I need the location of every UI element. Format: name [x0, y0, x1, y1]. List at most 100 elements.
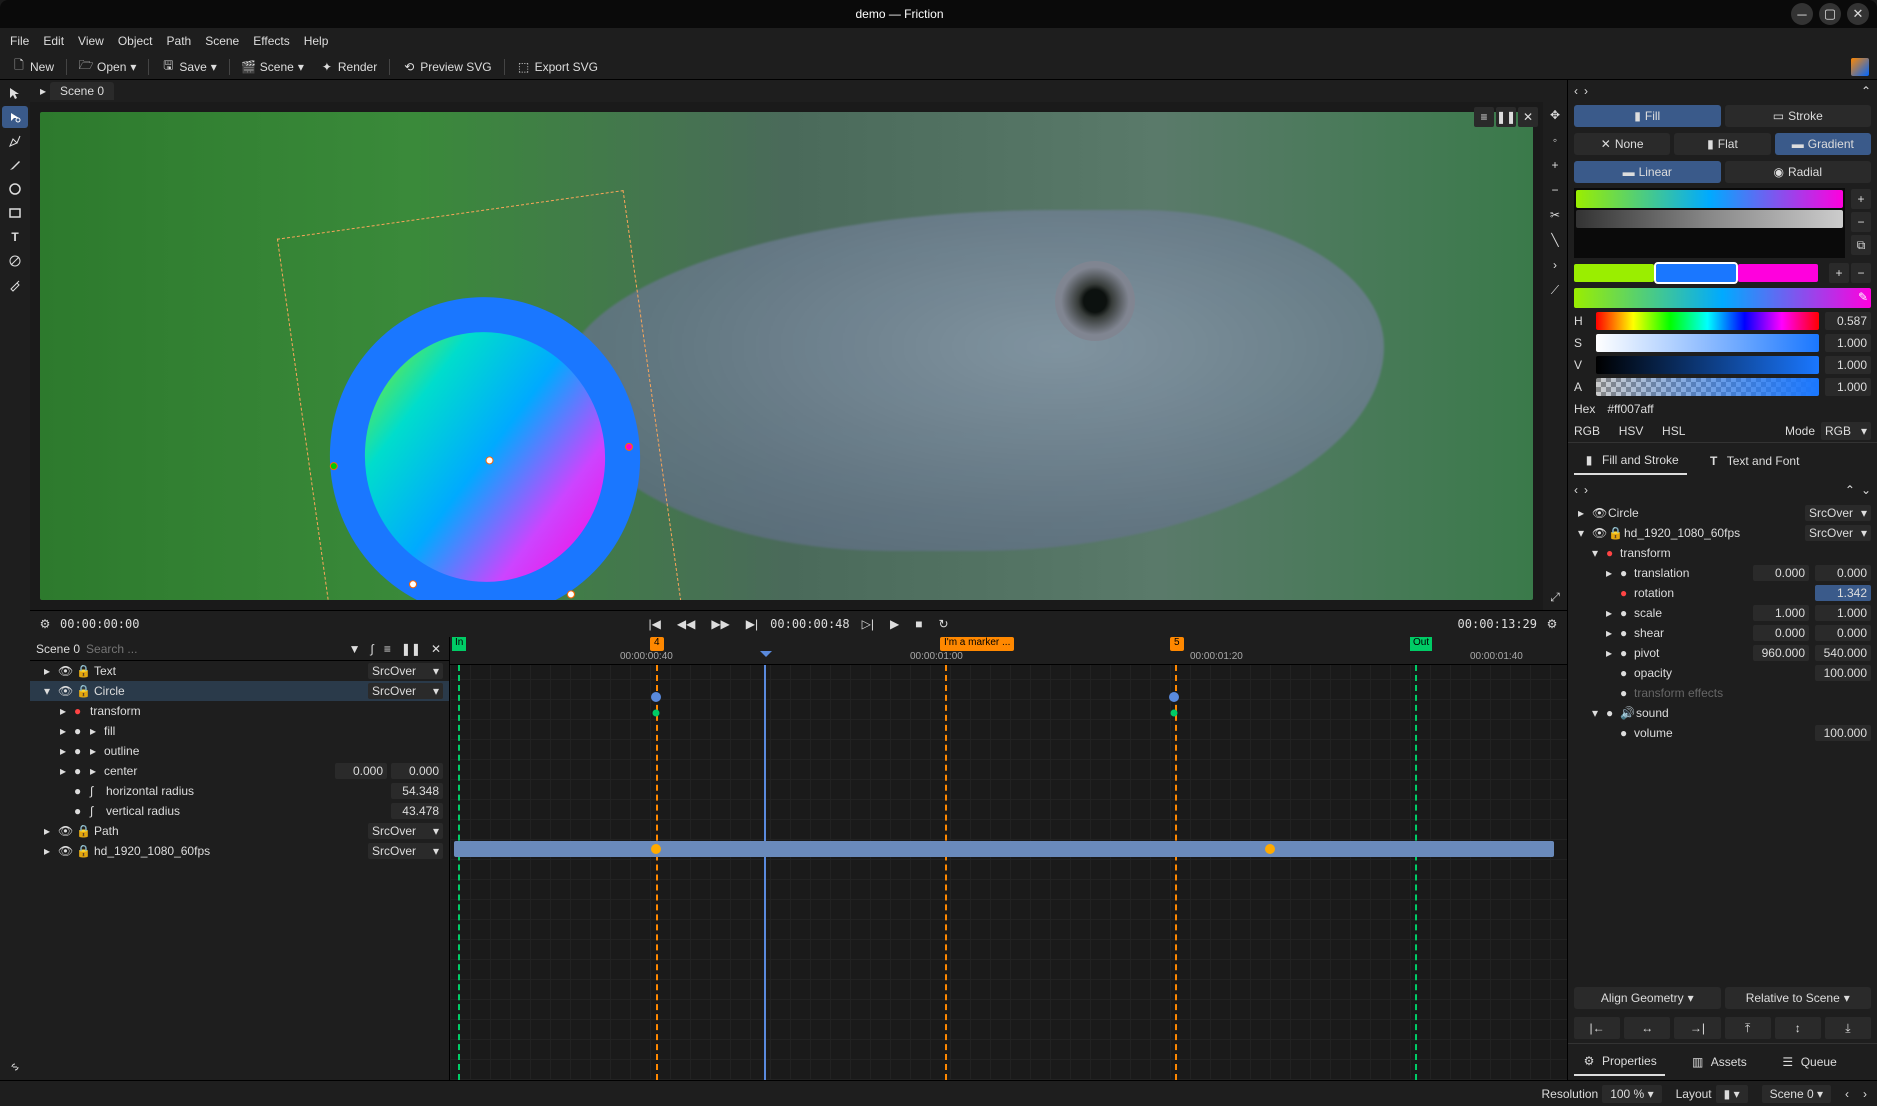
gradient-list[interactable]	[1574, 188, 1845, 258]
render-button[interactable]: ✦Render	[316, 58, 381, 76]
marker-4[interactable]: 4	[650, 637, 664, 651]
grad-copy-button[interactable]: ⧉	[1851, 235, 1871, 255]
panel-collapse-button[interactable]: ⌃	[1861, 84, 1871, 98]
tl-settings2-icon[interactable]: ⚙	[1545, 617, 1559, 631]
menu-view[interactable]: View	[78, 34, 104, 48]
menu-edit[interactable]: Edit	[43, 34, 64, 48]
scene-select[interactable]: Scene 0 ▾	[1762, 1085, 1831, 1103]
vp-chevron-icon[interactable]: ›	[1542, 254, 1567, 276]
queue-tab[interactable]: ☰Queue	[1773, 1048, 1845, 1076]
stop-1[interactable]	[1574, 264, 1654, 282]
tree-up-button[interactable]: ⌃	[1845, 483, 1855, 497]
vp-node-icon[interactable]: ◦	[1542, 129, 1567, 151]
status-prev-button[interactable]: ‹	[1845, 1087, 1849, 1101]
vp-curve-icon[interactable]: ⟋	[1542, 279, 1567, 301]
keyframe[interactable]	[1265, 844, 1275, 854]
tl-item[interactable]: ▸●▸center0.0000.000	[30, 761, 449, 781]
tl-prev-button[interactable]: ◀◀	[673, 615, 699, 633]
open-button[interactable]: 🗁Open▾	[75, 58, 140, 76]
stop-3[interactable]	[1738, 264, 1818, 282]
tree-row[interactable]: ▸●shear0.0000.000	[1570, 623, 1875, 643]
tree-fwd-button[interactable]: ›	[1584, 483, 1588, 497]
hsv-tab[interactable]: HSV	[1619, 424, 1644, 438]
status-next-button[interactable]: ›	[1863, 1087, 1867, 1101]
tl-filter-button[interactable]: ▼	[347, 640, 363, 658]
tree-row[interactable]: ●rotation1.342	[1570, 583, 1875, 603]
layout-select[interactable]: ▮ ▾	[1716, 1085, 1748, 1103]
align-top-button[interactable]: ⤒	[1725, 1017, 1771, 1039]
fill-stroke-tab[interactable]: ▮Fill and Stroke	[1574, 447, 1687, 475]
tl-search-input[interactable]	[86, 642, 341, 656]
menu-file[interactable]: File	[10, 34, 29, 48]
align-bottom-button[interactable]: ⤓	[1825, 1017, 1871, 1039]
menu-scene[interactable]: Scene	[205, 34, 239, 48]
playhead-icon[interactable]	[760, 651, 772, 663]
vp-expand-icon[interactable]: ⤢	[1542, 586, 1567, 608]
marker-text[interactable]: I'm a marker ...	[940, 637, 1014, 651]
alpha-slider[interactable]	[1596, 378, 1819, 396]
tree-row[interactable]: ●transform effects	[1570, 683, 1875, 703]
tl-loop-button[interactable]: ↻	[934, 615, 952, 633]
text-tool[interactable]: T	[2, 226, 28, 248]
tl-list-button[interactable]: ≡	[382, 640, 393, 658]
none-button[interactable]: ✕ None	[1574, 133, 1670, 155]
sat-slider[interactable]	[1596, 334, 1819, 352]
tl-next-button[interactable]: ▶▶	[707, 615, 733, 633]
menu-effects[interactable]: Effects	[253, 34, 289, 48]
tree-back-button[interactable]: ‹	[1574, 483, 1578, 497]
tl-item[interactable]: ▸👁🔒TextSrcOver ▾	[30, 661, 449, 681]
canvas[interactable]	[40, 112, 1533, 600]
tl-item[interactable]: ▸👁🔒hd_1920_1080_60fpsSrcOver ▾	[30, 841, 449, 861]
sat-value[interactable]: 1.000	[1825, 334, 1871, 352]
tl-item[interactable]: ▾👁🔒CircleSrcOver ▾	[30, 681, 449, 701]
timeline-tracks[interactable]	[450, 665, 1567, 1080]
tree-row[interactable]: ▸●pivot960.000540.000	[1570, 643, 1875, 663]
val-value[interactable]: 1.000	[1825, 356, 1871, 374]
tl-play-button[interactable]: ▶	[886, 615, 903, 633]
vp-line-icon[interactable]: ╲	[1542, 229, 1567, 251]
tl-close-button[interactable]: ✕	[429, 640, 443, 658]
minimize-button[interactable]: ─	[1791, 3, 1813, 25]
gradient-preview[interactable]: ✎	[1574, 288, 1871, 308]
stop-add-button[interactable]: +	[1829, 263, 1849, 283]
stop-2[interactable]	[1656, 264, 1736, 282]
video-clip[interactable]	[454, 841, 1554, 857]
maximize-button[interactable]: ▢	[1819, 3, 1841, 25]
null-tool[interactable]	[2, 250, 28, 272]
panel-back-button[interactable]: ‹	[1574, 84, 1578, 98]
rgb-tab[interactable]: RGB	[1574, 424, 1600, 438]
pen-tool[interactable]	[2, 130, 28, 152]
text-font-tab[interactable]: TText and Font	[1699, 447, 1808, 475]
new-button[interactable]: 🗋New	[8, 58, 58, 76]
properties-tab[interactable]: ⚙Properties	[1574, 1048, 1665, 1076]
tree-row[interactable]: ▸●translation0.0000.000	[1570, 563, 1875, 583]
picker-tool[interactable]	[2, 274, 28, 296]
tl-item[interactable]: ▸●transform	[30, 701, 449, 721]
stroke-tab[interactable]: ▭ Stroke	[1725, 105, 1872, 127]
align-rel-select[interactable]: Relative to Scene ▾	[1725, 987, 1872, 1009]
hex-input[interactable]: #ff007aff	[1601, 400, 1871, 418]
circle-object[interactable]	[309, 277, 661, 600]
scene-tab[interactable]: Scene 0	[50, 82, 114, 100]
align-vcenter-button[interactable]: ↕	[1775, 1017, 1821, 1039]
panel-fwd-button[interactable]: ›	[1584, 84, 1588, 98]
keyframe[interactable]	[1171, 710, 1178, 717]
close-button[interactable]: ✕	[1847, 3, 1869, 25]
tl-first-button[interactable]: |◀	[644, 615, 664, 633]
playhead[interactable]	[764, 665, 766, 1080]
tl-last-button[interactable]: ▶|	[742, 615, 762, 633]
select-tool[interactable]	[2, 106, 28, 128]
tree-row[interactable]: ▸●scale1.0001.000	[1570, 603, 1875, 623]
align-right-button[interactable]: →|	[1674, 1017, 1720, 1039]
flat-button[interactable]: ▮ Flat	[1674, 133, 1770, 155]
tl-stop-button[interactable]: ■	[911, 615, 926, 633]
tree-row[interactable]: ▾●🔊sound	[1570, 703, 1875, 723]
keyframe[interactable]	[651, 844, 661, 854]
grad-add-button[interactable]: +	[1851, 189, 1871, 209]
menu-object[interactable]: Object	[118, 34, 153, 48]
vp-pause-button[interactable]: ❚❚	[1496, 107, 1516, 127]
vp-cut-icon[interactable]: ✂	[1542, 204, 1567, 226]
menu-help[interactable]: Help	[304, 34, 329, 48]
vp-menu-button[interactable]: ≡	[1474, 107, 1494, 127]
hue-slider[interactable]	[1596, 312, 1819, 330]
